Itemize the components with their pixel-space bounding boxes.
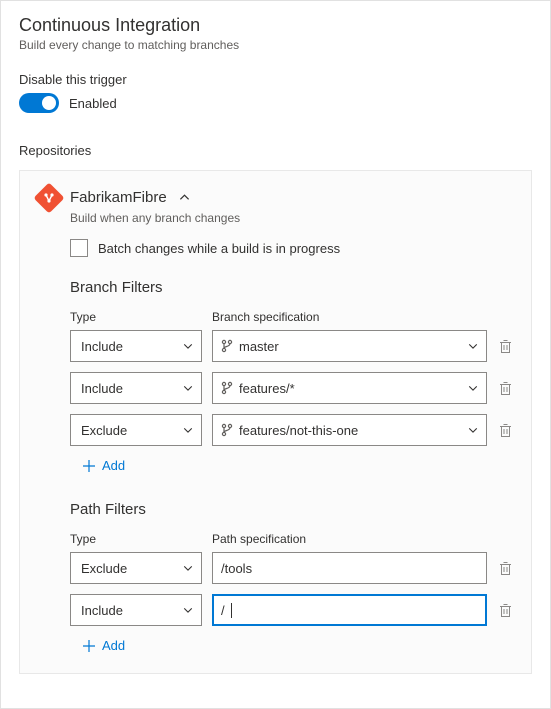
path-type-value: Exclude	[81, 561, 127, 576]
branch-type-select[interactable]: Include	[70, 372, 202, 404]
path-spec-value: /	[221, 603, 225, 618]
delete-icon[interactable]	[497, 339, 513, 354]
add-branch-label: Add	[102, 458, 125, 473]
branch-filter-row: Include features/*	[70, 372, 513, 404]
branch-type-value: Exclude	[81, 423, 127, 438]
path-spec-column: Path specification	[212, 532, 513, 546]
path-type-value: Include	[81, 603, 123, 618]
path-filters-heading: Path Filters	[70, 501, 513, 518]
chevron-down-icon	[183, 383, 193, 393]
branch-type-value: Include	[81, 339, 123, 354]
branch-spec-input[interactable]: master	[212, 330, 487, 362]
chevron-down-icon	[183, 605, 193, 615]
path-type-select[interactable]: Exclude	[70, 552, 202, 584]
path-spec-value: /tools	[221, 561, 252, 576]
branch-spec-input[interactable]: features/not-this-one	[212, 414, 487, 446]
repo-header[interactable]: FabrikamFibre	[38, 185, 513, 209]
batch-changes-label: Batch changes while a build is in progre…	[98, 241, 340, 256]
branch-spec-value: features/*	[239, 381, 295, 396]
chevron-down-icon	[183, 563, 193, 573]
delete-icon[interactable]	[497, 603, 513, 618]
repositories-heading: Repositories	[19, 143, 532, 158]
chevron-down-icon	[468, 425, 478, 435]
delete-icon[interactable]	[497, 381, 513, 396]
branch-filter-row: Exclude features/not-this-one	[70, 414, 513, 446]
branch-filters-heading: Branch Filters	[70, 279, 513, 296]
repo-name: FabrikamFibre	[70, 189, 167, 206]
branch-spec-column: Branch specification	[212, 310, 513, 324]
branch-icon	[221, 339, 233, 353]
branch-type-value: Include	[81, 381, 123, 396]
chevron-down-icon	[468, 383, 478, 393]
branch-type-select[interactable]: Include	[70, 330, 202, 362]
path-filter-row: Exclude /tools	[70, 552, 513, 584]
chevron-up-icon	[179, 192, 190, 203]
trigger-toggle-state: Enabled	[69, 96, 117, 111]
repository-card: FabrikamFibre Build when any branch chan…	[19, 170, 532, 674]
branch-type-select[interactable]: Exclude	[70, 414, 202, 446]
add-branch-filter-button[interactable]: Add	[82, 458, 513, 473]
page-title: Continuous Integration	[19, 15, 532, 36]
branch-icon	[221, 423, 233, 437]
path-spec-input[interactable]: /tools	[212, 552, 487, 584]
delete-icon[interactable]	[497, 423, 513, 438]
add-path-filter-button[interactable]: Add	[82, 638, 513, 653]
path-type-column: Type	[70, 532, 212, 546]
path-spec-input[interactable]: /	[212, 594, 487, 626]
branch-spec-value: master	[239, 339, 279, 354]
trigger-toggle[interactable]	[19, 93, 59, 113]
branch-filter-row: Include master	[70, 330, 513, 362]
batch-changes-checkbox[interactable]	[70, 239, 88, 257]
branch-spec-input[interactable]: features/*	[212, 372, 487, 404]
chevron-down-icon	[183, 341, 193, 351]
chevron-down-icon	[183, 425, 193, 435]
branch-spec-value: features/not-this-one	[239, 423, 358, 438]
plus-icon	[82, 639, 96, 653]
add-path-label: Add	[102, 638, 125, 653]
branch-type-column: Type	[70, 310, 212, 324]
branch-icon	[221, 381, 233, 395]
page-subtitle: Build every change to matching branches	[19, 38, 532, 52]
repo-description: Build when any branch changes	[70, 211, 513, 225]
git-icon	[33, 182, 64, 213]
chevron-down-icon	[468, 341, 478, 351]
plus-icon	[82, 459, 96, 473]
path-filter-row: Include /	[70, 594, 513, 626]
disable-trigger-label: Disable this trigger	[19, 72, 532, 87]
delete-icon[interactable]	[497, 561, 513, 576]
path-type-select[interactable]: Include	[70, 594, 202, 626]
